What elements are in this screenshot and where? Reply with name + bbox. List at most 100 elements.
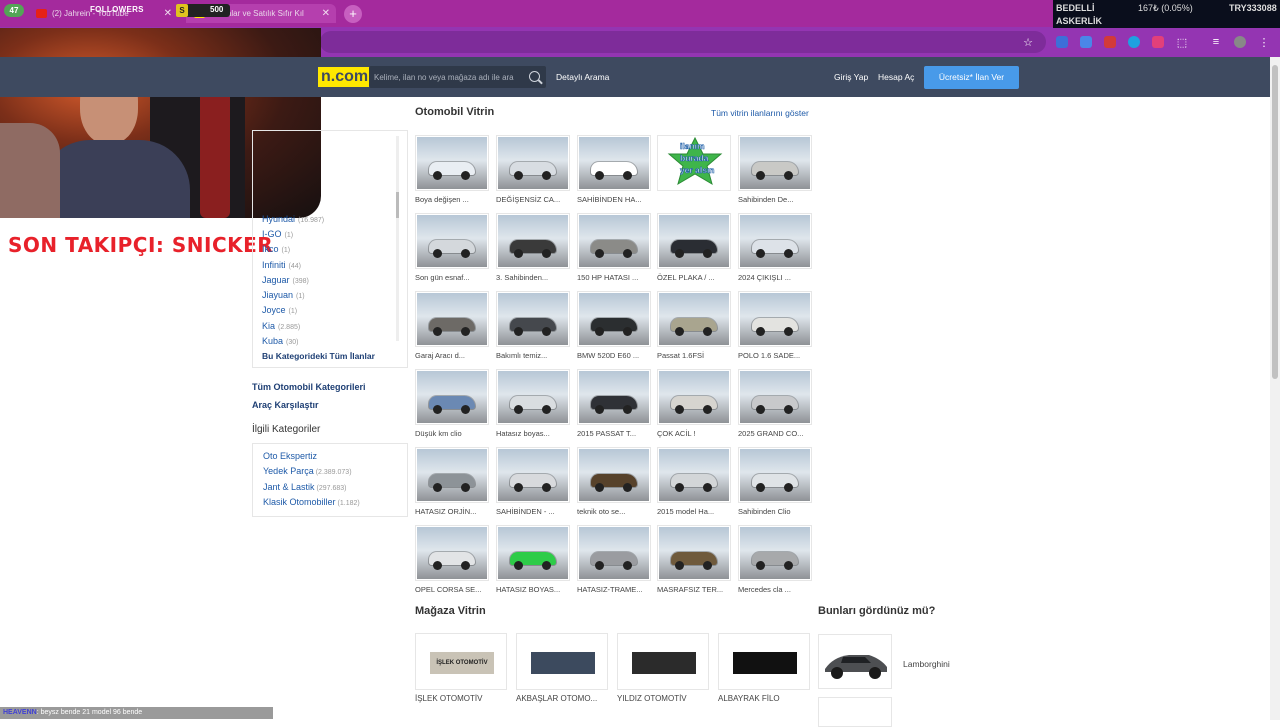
- listing-caption[interactable]: Düşük km clio: [415, 429, 491, 438]
- scrollbar-thumb[interactable]: [396, 192, 399, 218]
- listing-caption[interactable]: DEĞİŞENSİZ CA...: [496, 195, 572, 204]
- category-item[interactable]: Kia (2.885): [262, 321, 300, 331]
- category-scrollbar[interactable]: [396, 136, 399, 341]
- category-item[interactable]: Hyundai (16.987): [262, 214, 324, 224]
- listing-thumbnail[interactable]: [496, 135, 570, 191]
- listing-thumbnail[interactable]: ilanım burada yer alsın: [657, 135, 731, 191]
- reading-list-icon[interactable]: ≡: [1208, 34, 1224, 50]
- vitrin-listing[interactable]: MASRAFSIZ TER...: [657, 525, 731, 601]
- listing-thumbnail[interactable]: [496, 369, 570, 425]
- vitrin-listing[interactable]: SAHİBİNDEN HA...: [577, 135, 651, 211]
- listing-thumbnail[interactable]: [738, 291, 812, 347]
- listing-thumbnail[interactable]: [415, 291, 489, 347]
- vitrin-listing[interactable]: 2024 ÇIKIŞLI ...: [738, 213, 812, 289]
- listing-caption[interactable]: Passat 1.6FSİ: [657, 351, 733, 360]
- shop-card[interactable]: YILDIZ OTOMOTİV: [617, 633, 709, 707]
- vitrin-listing[interactable]: Garaj Aracı d...: [415, 291, 489, 367]
- shop-logo-box[interactable]: İŞLEK OTOMOTİV: [415, 633, 507, 690]
- vitrin-listing[interactable]: DEĞİŞENSİZ CA...: [496, 135, 570, 211]
- listing-caption[interactable]: POLO 1.6 SADE...: [738, 351, 814, 360]
- listing-caption[interactable]: BMW 520D E60 ...: [577, 351, 653, 360]
- listing-caption[interactable]: Sahibinden Clio: [738, 507, 814, 516]
- seen-item-thumbnail[interactable]: [818, 697, 892, 727]
- browser-menu-icon[interactable]: ⋮: [1256, 34, 1272, 50]
- listing-thumbnail[interactable]: [496, 447, 570, 503]
- shop-logo-box[interactable]: [516, 633, 608, 690]
- new-tab-button[interactable]: +: [344, 5, 362, 23]
- extensions-puzzle-icon[interactable]: ⬚: [1174, 34, 1190, 50]
- listing-thumbnail[interactable]: [738, 369, 812, 425]
- listing-caption[interactable]: 2015 model Ha...: [657, 507, 733, 516]
- shop-name[interactable]: AKBAŞLAR OTOMO...: [516, 694, 597, 703]
- vitrin-listing[interactable]: 2025 GRAND CO...: [738, 369, 812, 445]
- listing-thumbnail[interactable]: [577, 369, 651, 425]
- vitrin-listing[interactable]: teknik oto se...: [577, 447, 651, 523]
- listing-caption[interactable]: HATASIZ ORJİN...: [415, 507, 491, 516]
- vitrin-listing[interactable]: SAHİBİNDEN - ...: [496, 447, 570, 523]
- category-item[interactable]: Jaguar (398): [262, 275, 309, 285]
- listing-thumbnail[interactable]: [657, 369, 731, 425]
- vitrin-listing[interactable]: Passat 1.6FSİ: [657, 291, 731, 367]
- post-ad-button[interactable]: Ücretsiz* İlan Ver: [924, 66, 1019, 89]
- listing-caption[interactable]: 2024 ÇIKIŞLI ...: [738, 273, 814, 282]
- listing-caption[interactable]: Hatasız boyas...: [496, 429, 572, 438]
- listing-thumbnail[interactable]: [738, 525, 812, 581]
- vitrin-listing[interactable]: Boya değişen ...: [415, 135, 489, 211]
- all-auto-categories-link[interactable]: Tüm Otomobil Kategorileri: [252, 382, 366, 392]
- shop-card[interactable]: AKBAŞLAR OTOMO...: [516, 633, 608, 707]
- listing-thumbnail[interactable]: [415, 369, 489, 425]
- listing-caption[interactable]: HATASIZ-TRAME...: [577, 585, 653, 594]
- shop-card[interactable]: İŞLEK OTOMOTİV İŞLEK OTOMOTİV: [415, 633, 507, 707]
- listing-caption[interactable]: 150 HP HATASI ...: [577, 273, 653, 282]
- listing-thumbnail[interactable]: [657, 291, 731, 347]
- vitrin-listing[interactable]: Sahibinden De...: [738, 135, 812, 211]
- category-item[interactable]: Kuba (30): [262, 336, 298, 346]
- translate-icon[interactable]: [1078, 34, 1094, 50]
- listing-thumbnail[interactable]: [577, 135, 651, 191]
- listing-thumbnail[interactable]: [496, 525, 570, 581]
- related-category-item[interactable]: Oto Ekspertiz: [263, 451, 319, 461]
- listing-thumbnail[interactable]: [738, 135, 812, 191]
- vitrin-listing[interactable]: Son gün esnaf...: [415, 213, 489, 289]
- listing-caption[interactable]: 3. Sahibinden...: [496, 273, 572, 282]
- profile-avatar-icon[interactable]: [1232, 34, 1248, 50]
- login-link[interactable]: Giriş Yap: [834, 72, 868, 82]
- address-bar[interactable]: [320, 31, 1046, 53]
- page-scrollbar-thumb[interactable]: [1272, 65, 1278, 379]
- related-category-item[interactable]: Klasik Otomobiller (1.182): [263, 497, 360, 507]
- listing-caption[interactable]: SAHİBİNDEN HA...: [577, 195, 653, 204]
- seen-item-thumbnail[interactable]: [818, 634, 892, 689]
- listing-caption[interactable]: SAHİBİNDEN - ...: [496, 507, 572, 516]
- listing-thumbnail[interactable]: [657, 525, 731, 581]
- listing-thumbnail[interactable]: [577, 447, 651, 503]
- listing-caption[interactable]: 2015 PASSAT T...: [577, 429, 653, 438]
- vitrin-listing[interactable]: 2015 model Ha...: [657, 447, 731, 523]
- vitrin-listing[interactable]: ilanım burada yer alsın: [657, 135, 731, 211]
- listing-thumbnail[interactable]: [738, 213, 812, 269]
- vitrin-listing[interactable]: 150 HP HATASI ...: [577, 213, 651, 289]
- shop-name[interactable]: İŞLEK OTOMOTİV: [415, 694, 482, 703]
- listing-thumbnail[interactable]: [415, 135, 489, 191]
- listing-thumbnail[interactable]: [415, 447, 489, 503]
- vitrin-listing[interactable]: ÇOK ACİL !: [657, 369, 731, 445]
- extension-icon[interactable]: [1150, 34, 1166, 50]
- category-item[interactable]: Joyce (1): [262, 305, 297, 315]
- vitrin-listing[interactable]: HATASIZ-TRAME...: [577, 525, 651, 601]
- extension-icon[interactable]: [1102, 34, 1118, 50]
- listing-thumbnail[interactable]: [657, 213, 731, 269]
- extension-icon[interactable]: [1126, 34, 1142, 50]
- listing-thumbnail[interactable]: [577, 525, 651, 581]
- search-icon[interactable]: [529, 71, 540, 82]
- listing-thumbnail[interactable]: [657, 447, 731, 503]
- listing-thumbnail[interactable]: [577, 291, 651, 347]
- listing-caption[interactable]: Garaj Aracı d...: [415, 351, 491, 360]
- listing-caption[interactable]: Son gün esnaf...: [415, 273, 491, 282]
- listing-caption[interactable]: 2025 GRAND CO...: [738, 429, 814, 438]
- bookmark-star-icon[interactable]: ☆: [1020, 34, 1036, 50]
- vitrin-listing[interactable]: BMW 520D E60 ...: [577, 291, 651, 367]
- listing-caption[interactable]: Sahibinden De...: [738, 195, 814, 204]
- listing-caption[interactable]: MASRAFSIZ TER...: [657, 585, 733, 594]
- listing-thumbnail[interactable]: [577, 213, 651, 269]
- shop-logo-box[interactable]: [718, 633, 810, 690]
- listing-thumbnail[interactable]: [496, 291, 570, 347]
